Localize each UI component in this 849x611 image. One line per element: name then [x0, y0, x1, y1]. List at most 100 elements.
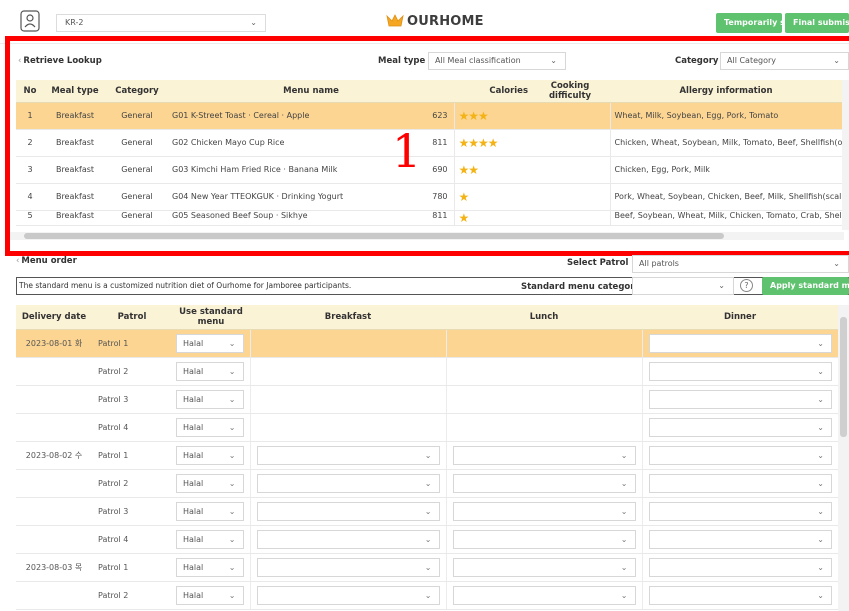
chevron-down-icon: ⌄ [817, 506, 824, 516]
row-patrol: Patrol 2 [92, 357, 172, 386]
meal-select[interactable]: ⌄ [452, 445, 636, 465]
meal-select[interactable]: ⌄ [452, 585, 636, 605]
meal-select[interactable]: ⌄ [256, 557, 440, 577]
meal-select[interactable]: ⌄ [256, 445, 440, 465]
person-icon[interactable] [20, 10, 40, 32]
final-submit-button[interactable]: Final submis [785, 13, 849, 33]
row-lunch [445, 329, 642, 358]
row-breakfast: ⌄ [249, 553, 446, 582]
temporarily-save-button[interactable]: Temporarily s [716, 13, 782, 33]
table-row[interactable]: Patrol 2 Halal ⌄ ⌄ ⌄ ⌄ [16, 469, 838, 498]
row-use-standard-menu: Halal ⌄ [172, 357, 250, 386]
chevron-down-icon: ⌄ [228, 590, 236, 600]
meal-select[interactable]: ⌄ [256, 585, 440, 605]
meal-select[interactable]: ⌄ [256, 473, 440, 493]
chevron-down-icon: ⌄ [424, 562, 432, 572]
chevron-down-icon: ⌄ [424, 534, 432, 544]
table-row[interactable]: Patrol 2 Halal ⌄ ⌄ [16, 357, 838, 386]
row-breakfast: ⌄ [249, 441, 446, 470]
select-patrol-dropdown[interactable]: All patrols ⌄ [632, 255, 849, 273]
standard-menu-select[interactable]: Halal ⌄ [176, 389, 244, 409]
standard-menu-select[interactable]: Halal ⌄ [176, 417, 244, 437]
chevron-down-icon: ⌄ [228, 534, 236, 544]
row-breakfast: ⌄ [249, 469, 446, 498]
chevron-down-icon: ⌄ [620, 590, 628, 600]
col-header-patrol: Patrol [92, 305, 172, 330]
row-delivery-date: 2023-08-03 목 [16, 553, 92, 582]
row-use-standard-menu: Halal ⌄ [172, 581, 250, 610]
standard-menu-select[interactable]: Halal ⌄ [176, 557, 244, 577]
table-row[interactable]: 2023-08-02 수 Patrol 1 Halal ⌄ ⌄ ⌄ ⌄ [16, 441, 838, 470]
row-patrol: Patrol 3 [92, 497, 172, 526]
row-lunch: ⌄ [445, 581, 642, 610]
row-lunch: ⌄ [445, 497, 642, 526]
row-delivery-date [16, 581, 92, 610]
table-row[interactable]: 2023-08-01 화 Patrol 1 Halal ⌄ ⌄ [16, 329, 838, 358]
table-row[interactable]: Patrol 4 Halal ⌄ ⌄ ⌄ ⌄ [16, 525, 838, 554]
meal-select[interactable]: ⌄ [648, 389, 832, 409]
row-use-standard-menu: Halal ⌄ [172, 413, 250, 442]
apply-standard-menu-button[interactable]: Apply standard me [762, 277, 849, 295]
chevron-down-icon: ⌄ [228, 422, 236, 432]
row-dinner: ⌄ [641, 469, 838, 498]
unit-select-value: KR-2 [65, 18, 84, 27]
row-patrol: Patrol 1 [92, 329, 172, 358]
chevron-down-icon: ⌄ [833, 259, 840, 268]
standard-menu-select[interactable]: Halal ⌄ [176, 529, 244, 549]
collapse-caret-icon[interactable]: ‹ [16, 256, 19, 266]
select-patrol-value: All patrols [639, 259, 679, 268]
meal-select[interactable]: ⌄ [648, 585, 832, 605]
meal-select[interactable]: ⌄ [452, 501, 636, 521]
row-dinner: ⌄ [641, 385, 838, 414]
meal-select[interactable]: ⌄ [648, 417, 832, 437]
chevron-down-icon: ⌄ [620, 534, 628, 544]
chevron-down-icon: ⌄ [718, 281, 725, 290]
table-row[interactable]: 2023-08-03 목 Patrol 1 Halal ⌄ ⌄ ⌄ ⌄ [16, 553, 838, 582]
row-use-standard-menu: Halal ⌄ [172, 441, 250, 470]
help-icon[interactable]: ? [740, 279, 753, 292]
row-dinner: ⌄ [641, 497, 838, 526]
table-row[interactable]: Patrol 4 Halal ⌄ ⌄ [16, 413, 838, 442]
row-lunch [445, 413, 642, 442]
unit-select[interactable]: KR-2 ⌄ [56, 14, 266, 32]
table-header-row: Delivery date Patrol Use standard menu B… [16, 305, 838, 330]
row-breakfast [249, 329, 446, 358]
row-delivery-date [16, 497, 92, 526]
meal-select[interactable]: ⌄ [648, 333, 832, 353]
meal-select[interactable]: ⌄ [648, 473, 832, 493]
meal-select[interactable]: ⌄ [648, 445, 832, 465]
meal-select[interactable]: ⌄ [256, 501, 440, 521]
row-use-standard-menu: Halal ⌄ [172, 469, 250, 498]
row-patrol: Patrol 3 [92, 385, 172, 414]
meal-select[interactable]: ⌄ [648, 557, 832, 577]
ourhome-logo-icon [386, 14, 404, 27]
table-row[interactable]: Patrol 3 Halal ⌄ ⌄ ⌄ ⌄ [16, 497, 838, 526]
scrollbar-thumb[interactable] [840, 317, 847, 437]
menu-order-vertical-scrollbar[interactable] [838, 305, 849, 611]
row-delivery-date [16, 357, 92, 386]
row-patrol: Patrol 4 [92, 525, 172, 554]
row-dinner: ⌄ [641, 329, 838, 358]
table-row[interactable]: Patrol 2 Halal ⌄ ⌄ ⌄ ⌄ [16, 581, 838, 610]
chevron-down-icon: ⌄ [228, 394, 236, 404]
standard-menu-select[interactable]: Halal ⌄ [176, 473, 244, 493]
meal-select[interactable]: ⌄ [452, 557, 636, 577]
chevron-down-icon: ⌄ [817, 534, 824, 544]
row-breakfast [249, 413, 446, 442]
meal-select[interactable]: ⌄ [452, 529, 636, 549]
meal-select[interactable]: ⌄ [648, 501, 832, 521]
standard-menu-select[interactable]: Halal ⌄ [176, 333, 244, 353]
meal-select[interactable]: ⌄ [648, 529, 832, 549]
standard-menu-select[interactable]: Halal ⌄ [176, 445, 244, 465]
table-row[interactable]: Patrol 3 Halal ⌄ ⌄ [16, 385, 838, 414]
meal-select[interactable]: ⌄ [452, 473, 636, 493]
meal-select[interactable]: ⌄ [648, 361, 832, 381]
standard-menu-select[interactable]: Halal ⌄ [176, 585, 244, 605]
standard-menu-select[interactable]: Halal ⌄ [176, 361, 244, 381]
standard-menu-select[interactable]: Halal ⌄ [176, 501, 244, 521]
row-dinner: ⌄ [641, 581, 838, 610]
meal-select[interactable]: ⌄ [256, 529, 440, 549]
standard-menu-category-select[interactable]: ⌄ [632, 277, 734, 295]
ourhome-logo: OURHOME [386, 12, 484, 30]
chevron-down-icon: ⌄ [424, 506, 432, 516]
